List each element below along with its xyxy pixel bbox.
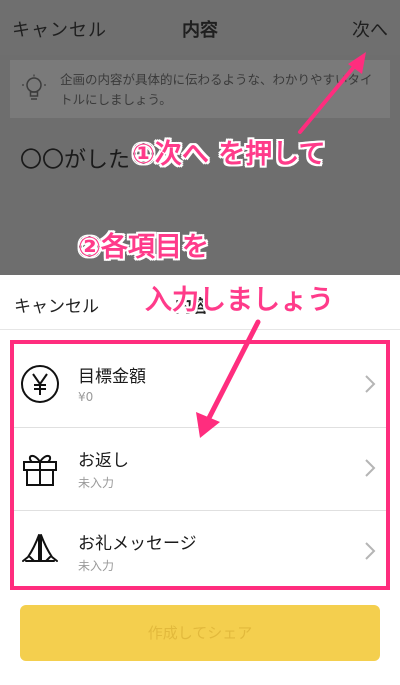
top-nav-bar: キャンセル 内容 次へ — [0, 0, 400, 55]
create-and-share-button[interactable]: 作成してシェア — [20, 605, 380, 661]
yen-circle-icon — [21, 365, 59, 403]
title-input[interactable]: 〇〇がした — [20, 142, 130, 174]
callout-step1: ①次へ を押して — [132, 139, 326, 170]
item-label: お礼メッセージ — [78, 534, 197, 554]
item-value: 未入力 — [78, 476, 115, 490]
chevron-right-icon — [365, 459, 376, 477]
chevron-right-icon — [365, 542, 376, 560]
list-item-target-amount[interactable]: 目標金額 ¥0 — [14, 344, 386, 426]
hint-text: 企画の内容が具体的に伝わるような、わかりやすいタイトルにしましょう。 — [60, 72, 373, 107]
top-title: 内容 — [182, 20, 218, 41]
item-label: お返し — [78, 451, 129, 471]
item-label: 目標金額 — [78, 367, 146, 387]
callout-step2-line2: 入力しましょう — [145, 285, 334, 316]
next-button[interactable]: 次へ — [352, 16, 388, 42]
gift-icon — [23, 455, 57, 486]
item-value: ¥0 — [78, 390, 94, 404]
lightbulb-icon — [22, 74, 46, 100]
callout-step2-line1: ②各項目を — [78, 232, 209, 263]
praying-hands-icon — [22, 534, 58, 562]
items-list: 目標金額 ¥0 お返し 未入力 お礼メッセージ 未入力 — [10, 340, 390, 590]
chevron-right-icon — [365, 375, 376, 393]
item-value: 未入力 — [78, 559, 115, 573]
hint-box: 企画の内容が具体的に伝わるような、わかりやすいタイトルにしましょう。 — [10, 60, 390, 118]
list-item-thank-you-message[interactable]: お礼メッセージ 未入力 — [14, 510, 386, 592]
list-item-return-gift[interactable]: お返し 未入力 — [14, 427, 386, 509]
sheet-cancel-button[interactable]: キャンセル — [14, 292, 99, 317]
